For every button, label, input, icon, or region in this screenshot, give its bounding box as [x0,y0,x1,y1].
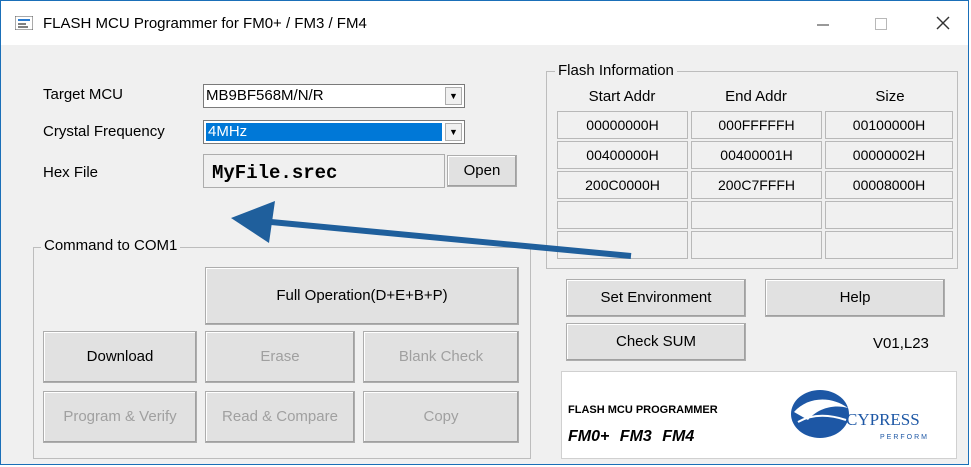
annotation-arrow-icon [231,201,632,259]
app-window: FLASH MCU Programmer for FM0+ / FM3 / FM… [0,0,969,465]
